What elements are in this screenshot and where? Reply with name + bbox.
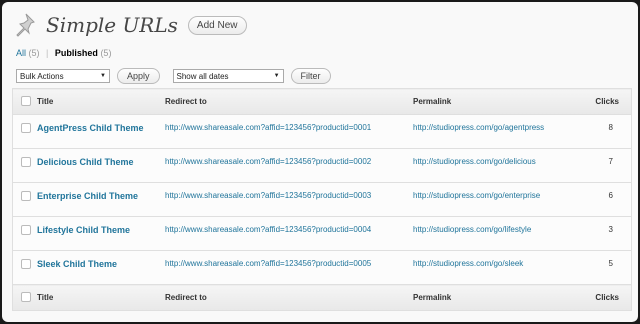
table-actions: Bulk Actions ▼ Apply Show all dates ▼ Fi… [16, 68, 331, 84]
row-redirect-link[interactable]: http://www.shareasale.com?affid=123456?p… [159, 250, 407, 285]
row-title-link[interactable]: AgentPress Child Theme [31, 114, 159, 149]
table-row: Lifestyle Child Theme http://www.shareas… [12, 216, 632, 251]
row-permalink-link[interactable]: http://studiopress.com/go/agentpress [407, 114, 587, 149]
page-title: Simple URLs [46, 13, 178, 37]
table-row: Sleek Child Theme http://www.shareasale.… [12, 250, 632, 285]
row-clicks: 3 [587, 216, 632, 251]
add-new-button[interactable]: Add New [187, 15, 247, 35]
admin-page: Simple URLs Add New All (5) | Published … [2, 2, 638, 322]
table-row: Enterprise Child Theme http://www.sharea… [12, 182, 632, 217]
column-clicks[interactable]: Clicks [587, 88, 632, 115]
row-checkbox[interactable] [21, 123, 31, 133]
column-permalink-footer[interactable]: Permalink [407, 284, 587, 311]
row-checkbox[interactable] [21, 259, 31, 269]
filter-all-link[interactable]: All (5) [16, 48, 40, 58]
dropdown-arrow-icon: ▼ [100, 73, 106, 79]
row-redirect-link[interactable]: http://www.shareasale.com?affid=123456?p… [159, 114, 407, 149]
select-all-checkbox[interactable] [21, 95, 31, 106]
table-header-row: Title Redirect to Permalink Clicks [12, 88, 632, 115]
row-permalink-link[interactable]: http://studiopress.com/go/sleek [407, 250, 587, 285]
page-header: Simple URLs Add New [12, 10, 247, 40]
row-permalink-link[interactable]: http://studiopress.com/go/enterprise [407, 182, 587, 217]
filter-separator: | [46, 48, 49, 58]
row-redirect-link[interactable]: http://www.shareasale.com?affid=123456?p… [159, 216, 407, 251]
row-checkbox[interactable] [21, 191, 31, 201]
table-row: Delicious Child Theme http://www.shareas… [12, 148, 632, 183]
column-redirect-footer[interactable]: Redirect to [159, 284, 407, 311]
filter-published-link[interactable]: Published [55, 48, 98, 58]
row-title-link[interactable]: Delicious Child Theme [31, 148, 159, 183]
row-clicks: 5 [587, 250, 632, 285]
row-clicks: 8 [587, 114, 632, 149]
status-filter-links: All (5) | Published (5) [16, 48, 111, 58]
row-clicks: 7 [587, 148, 632, 183]
published-count: (5) [100, 48, 112, 58]
row-redirect-link[interactable]: http://www.shareasale.com?affid=123456?p… [159, 182, 407, 217]
column-title-footer[interactable]: Title [31, 284, 159, 311]
row-title-link[interactable]: Sleek Child Theme [31, 250, 159, 285]
row-permalink-link[interactable]: http://studiopress.com/go/lifestyle [407, 216, 587, 251]
bulk-actions-select[interactable]: Bulk Actions ▼ [16, 69, 110, 83]
row-checkbox[interactable] [21, 157, 31, 167]
row-redirect-link[interactable]: http://www.shareasale.com?affid=123456?p… [159, 148, 407, 183]
filter-button[interactable]: Filter [290, 68, 331, 84]
table-row: AgentPress Child Theme http://www.sharea… [12, 114, 632, 149]
row-title-link[interactable]: Enterprise Child Theme [31, 182, 159, 217]
column-clicks-footer[interactable]: Clicks [587, 284, 632, 311]
dates-select[interactable]: Show all dates ▼ [172, 69, 284, 83]
row-title-link[interactable]: Lifestyle Child Theme [31, 216, 159, 251]
select-all-checkbox-footer[interactable] [21, 291, 31, 302]
row-checkbox[interactable] [21, 225, 31, 235]
row-clicks: 6 [587, 182, 632, 217]
apply-button[interactable]: Apply [117, 68, 160, 84]
pushpin-icon [12, 11, 40, 39]
table-footer-row: Title Redirect to Permalink Clicks [12, 284, 632, 311]
column-permalink[interactable]: Permalink [407, 88, 587, 115]
column-title[interactable]: Title [31, 88, 159, 115]
urls-table: Title Redirect to Permalink Clicks Agent… [12, 88, 632, 311]
column-redirect[interactable]: Redirect to [159, 88, 407, 115]
dropdown-arrow-icon: ▼ [273, 73, 280, 79]
row-permalink-link[interactable]: http://studiopress.com/go/delicious [407, 148, 587, 183]
